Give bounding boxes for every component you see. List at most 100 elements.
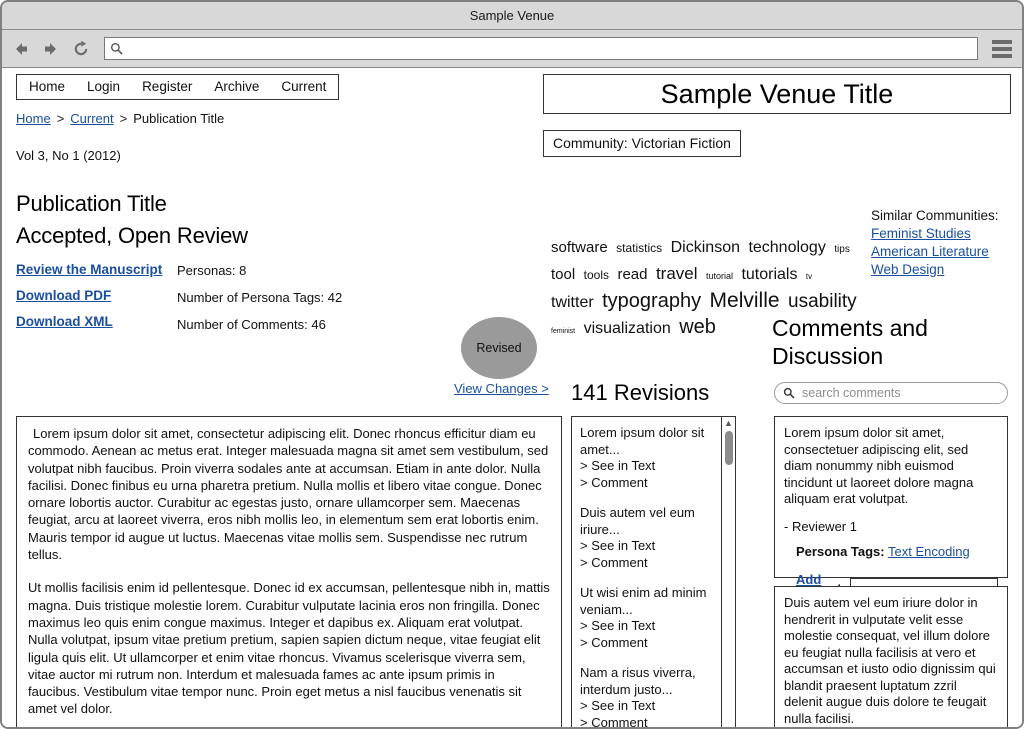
tag-tools[interactable]: tools — [584, 268, 609, 282]
revision-item: Duis autem vel eum iriure... > See in Te… — [580, 505, 715, 571]
status-badge: Revised — [461, 317, 537, 379]
tag-tutorials[interactable]: tutorials — [741, 266, 797, 283]
stat-personas: Personas: 8 — [177, 263, 247, 278]
breadcrumb-link-home[interactable]: Home — [16, 111, 51, 126]
search-input[interactable] — [800, 385, 999, 401]
similar-communities: Similar Communities: Feminist Studies Am… — [871, 207, 999, 278]
see-in-text-link[interactable]: > See in Text — [580, 618, 715, 635]
revisions-list: Lorem ipsum dolor sit amet... > See in T… — [572, 417, 721, 728]
comment-link[interactable]: > Comment — [580, 635, 715, 652]
triangle-up-icon[interactable]: ▲ — [724, 419, 733, 428]
revisions-panel: Lorem ipsum dolor sit amet... > See in T… — [571, 416, 736, 728]
tag-software[interactable]: software — [551, 239, 608, 256]
tag-tutorial[interactable]: tutorial — [706, 271, 733, 281]
see-in-text-link[interactable]: > See in Text — [580, 458, 715, 475]
revision-text: Nam a risus viverra, interdum justo... — [580, 665, 696, 697]
reload-icon[interactable] — [70, 38, 92, 60]
tag-travel[interactable]: travel — [656, 264, 698, 283]
nav-item-register[interactable]: Register — [142, 79, 192, 94]
breadcrumb-separator: > — [119, 111, 128, 126]
persona-tags-label: Persona Tags: — [796, 544, 885, 559]
tag-tips[interactable]: tips — [834, 244, 850, 255]
search-icon — [783, 387, 795, 399]
site-navigation: Home Login Register Archive Current — [16, 74, 340, 100]
manuscript-body: Lorem ipsum dolor sit amet, consectetur … — [16, 416, 562, 727]
similar-community-feminist-studies[interactable]: Feminist Studies — [871, 225, 999, 242]
download-pdf-link[interactable]: Download PDF — [16, 288, 162, 303]
comment-link[interactable]: > Comment — [580, 715, 715, 728]
comment-card: Lorem ipsum dolor sit amet, consectetuer… — [774, 416, 1008, 603]
nav-item-login[interactable]: Login — [87, 79, 120, 94]
tag-read[interactable]: read — [617, 266, 647, 283]
revision-item: Nam a risus viverra, interdum justo... >… — [580, 665, 715, 728]
comment-link[interactable]: > Comment — [580, 475, 715, 492]
breadcrumb-separator: > — [56, 111, 65, 126]
tag-tool[interactable]: tool — [551, 266, 575, 283]
comments-search-box[interactable] — [774, 382, 1008, 404]
comments-heading: Comments and Discussion — [772, 315, 928, 369]
manuscript-paragraph: Ut mollis facilisis enim id pellentesque… — [28, 580, 550, 717]
nav-item-current[interactable]: Current — [281, 79, 326, 94]
browser-toolbar — [2, 30, 1022, 68]
see-in-text-link[interactable]: > See in Text — [580, 538, 715, 555]
publication-status: Accepted, Open Review — [16, 223, 248, 248]
similar-community-web-design[interactable]: Web Design — [871, 261, 999, 278]
page-title: Publication Title — [16, 191, 167, 216]
tag-web[interactable]: web — [679, 316, 716, 338]
window-title: Sample Venue — [469, 8, 555, 23]
address-bar[interactable] — [104, 37, 978, 60]
tag-technology[interactable]: technology — [748, 239, 825, 256]
similar-community-american-literature[interactable]: American Literature — [871, 243, 999, 260]
search-icon — [110, 42, 123, 55]
breadcrumb: Home > Current > Publication Title — [16, 111, 224, 126]
manuscript-paragraph: Lorem ipsum dolor sit amet, consectetur … — [28, 426, 549, 563]
breadcrumb-link-current[interactable]: Current — [70, 111, 113, 126]
similar-communities-label: Similar Communities: — [871, 208, 999, 223]
revisions-heading: 141 Revisions — [571, 380, 710, 405]
publication-stats: Personas: 8 Number of Persona Tags: 42 N… — [177, 263, 342, 332]
comment-card: Duis autem vel eum iriure dolor in hendr… — [774, 586, 1008, 727]
tag-melville[interactable]: Melville — [710, 289, 780, 312]
revision-item: Lorem ipsum dolor sit amet... > See in T… — [580, 425, 715, 491]
community-label: Community: Victorian Fiction — [553, 135, 731, 151]
nav-item-archive[interactable]: Archive — [214, 79, 259, 94]
browser-window: Sample Venue Home Login Register Archive… — [0, 0, 1024, 729]
tag-visualization[interactable]: visualization — [584, 320, 671, 337]
comment-link[interactable]: > Comment — [580, 555, 715, 572]
back-arrow-icon[interactable] — [10, 38, 32, 60]
publication-action-links: Review the Manuscript Download PDF Downl… — [16, 262, 162, 329]
hamburger-menu-icon[interactable] — [992, 36, 1014, 62]
forward-arrow-icon[interactable] — [40, 38, 62, 60]
revision-item: Ut wisi enim ad minim veniam... > See in… — [580, 585, 715, 651]
tag-feminist[interactable]: feminist — [551, 328, 575, 335]
stat-comments: Number of Comments: 46 — [177, 317, 326, 332]
comment-author: - Reviewer 1 — [784, 518, 857, 534]
tag-typography[interactable]: typography — [602, 290, 701, 312]
see-in-text-link[interactable]: > See in Text — [580, 698, 715, 715]
revision-text: Ut wisi enim ad minim veniam... — [580, 585, 707, 617]
tag-statistics[interactable]: statistics — [616, 241, 662, 255]
scrollbar-thumb[interactable] — [725, 431, 733, 465]
venue-title: Sample Venue Title — [543, 74, 1011, 114]
page-content: Home Login Register Archive Current Home… — [2, 68, 1022, 727]
tag-tv[interactable]: tv — [806, 272, 812, 281]
comment-body: Duis autem vel eum iriure dolor in hendr… — [784, 595, 996, 726]
comment-body: Lorem ipsum dolor sit amet, consectetuer… — [784, 425, 974, 506]
revisions-scrollbar[interactable]: ▲ ▼ — [721, 417, 735, 727]
nav-item-home[interactable]: Home — [29, 79, 65, 94]
revision-text: Lorem ipsum dolor sit amet... — [580, 425, 705, 457]
browser-titlebar: Sample Venue — [2, 2, 1022, 30]
persona-tag-link[interactable]: Text Encoding — [888, 544, 970, 559]
tag-twitter[interactable]: twitter — [551, 294, 594, 311]
tag-dickinson[interactable]: Dickinson — [671, 239, 740, 256]
breadcrumb-current-page: Publication Title — [133, 111, 225, 126]
view-changes-link[interactable]: View Changes > — [454, 381, 549, 396]
review-manuscript-link[interactable]: Review the Manuscript — [16, 262, 162, 277]
persona-tags-row: Persona Tags: Text Encoding — [796, 544, 998, 561]
url-input[interactable] — [127, 40, 972, 57]
tag-usability[interactable]: usability — [788, 291, 857, 312]
community-badge[interactable]: Community: Victorian Fiction — [543, 130, 741, 157]
download-xml-link[interactable]: Download XML — [16, 314, 162, 329]
venue-title-text: Sample Venue Title — [660, 78, 894, 109]
stat-persona-tags: Number of Persona Tags: 42 — [177, 290, 343, 305]
